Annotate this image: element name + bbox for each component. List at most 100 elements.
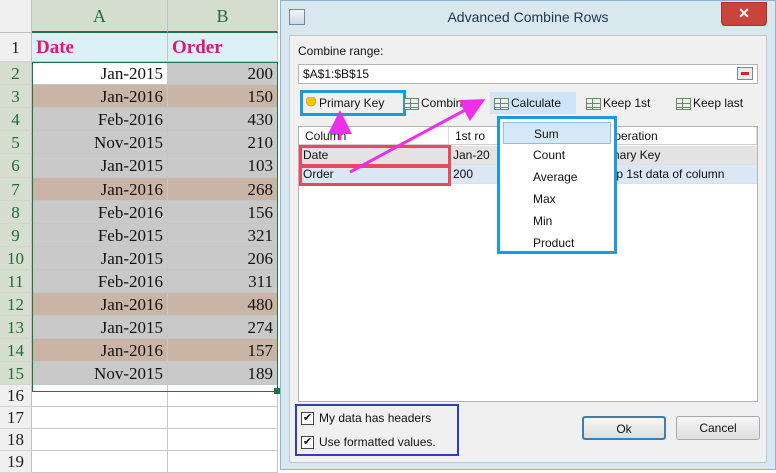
date-cell[interactable]: Feb-2016 [32, 108, 168, 131]
headers-checkbox-label[interactable]: My data has headers [319, 411, 431, 425]
grid-icon [494, 97, 509, 110]
row-header[interactable]: 9 [0, 224, 32, 247]
grid-icon [676, 97, 691, 110]
order-cell[interactable]: 274 [168, 316, 278, 339]
date-cell[interactable]: Jan-2015 [32, 154, 168, 178]
date-highlight-box [299, 145, 451, 167]
grid-header-column[interactable]: Column [299, 127, 449, 145]
date-cell[interactable]: Feb-2016 [32, 270, 168, 293]
column-header-a[interactable]: A [32, 0, 168, 33]
row-header[interactable]: 3 [0, 85, 32, 108]
calculate-button[interactable]: Calculate [494, 92, 561, 114]
row-header[interactable]: 7 [0, 178, 32, 201]
combine-range-input[interactable]: $A$1:$B$15 [298, 64, 758, 84]
menu-item-average[interactable]: Average [503, 166, 611, 188]
row-header[interactable]: 1 [0, 33, 32, 62]
date-cell[interactable]: Jan-2015 [32, 316, 168, 339]
row-header[interactable]: 5 [0, 131, 32, 154]
keep-last-button[interactable]: Keep last [676, 92, 743, 114]
row-header[interactable]: 18 [0, 429, 32, 451]
row-header[interactable]: 10 [0, 247, 32, 270]
row-header[interactable]: 16 [0, 385, 32, 407]
title-bar[interactable]: Advanced Combine Rows ✕ [281, 1, 775, 35]
empty-cell[interactable] [32, 407, 168, 429]
combine-range-label: Combine range: [298, 44, 384, 58]
order-cell[interactable]: 150 [168, 85, 278, 108]
row-header[interactable]: 4 [0, 108, 32, 131]
formatted-checkbox-label[interactable]: Use formatted values. [319, 435, 436, 449]
options-group: ✔ My data has headers ✔ Use formatted va… [295, 404, 459, 456]
order-cell[interactable]: 189 [168, 362, 278, 385]
range-select-icon[interactable] [737, 67, 753, 80]
grid-header-operation[interactable]: Operation [599, 127, 757, 145]
row-header[interactable]: 12 [0, 293, 32, 316]
keep-first-button[interactable]: Keep 1st [586, 92, 650, 114]
grid-icon [404, 97, 419, 110]
headers-checkbox[interactable]: ✔ [301, 412, 314, 425]
grid-cell-operation[interactable]: eep 1st data of column [599, 165, 757, 184]
date-cell[interactable]: Nov-2015 [32, 362, 168, 385]
cancel-button[interactable]: Cancel [676, 416, 760, 440]
order-cell[interactable]: 268 [168, 178, 278, 201]
date-cell[interactable]: Nov-2015 [32, 131, 168, 154]
close-button[interactable]: ✕ [721, 2, 767, 26]
order-cell[interactable]: 321 [168, 224, 278, 247]
empty-cell[interactable] [168, 385, 278, 407]
menu-item-min[interactable]: Min [503, 210, 611, 232]
row-header[interactable]: 6 [0, 154, 32, 178]
order-cell[interactable]: 157 [168, 339, 278, 362]
date-cell[interactable]: Jan-2016 [32, 85, 168, 108]
row-header[interactable]: 14 [0, 339, 32, 362]
date-cell[interactable]: Jan-2015 [32, 62, 168, 85]
order-highlight-box [299, 165, 451, 186]
date-cell[interactable]: Jan-2016 [32, 339, 168, 362]
row-header[interactable]: 8 [0, 201, 32, 224]
primary-key-highlight-box [300, 90, 406, 116]
date-cell[interactable]: Jan-2016 [32, 178, 168, 201]
order-cell[interactable]: 200 [168, 62, 278, 85]
empty-cell[interactable] [32, 385, 168, 407]
order-cell[interactable]: 210 [168, 131, 278, 154]
combine-range-value: $A$1:$B$15 [303, 67, 370, 81]
header-cell-date[interactable]: Date [32, 33, 168, 62]
select-all-corner[interactable] [0, 0, 32, 33]
order-cell[interactable]: 480 [168, 293, 278, 316]
order-cell[interactable]: 311 [168, 270, 278, 293]
keep-last-label: Keep last [693, 96, 744, 110]
empty-cell[interactable] [168, 429, 278, 451]
combine-label: Combine [421, 96, 470, 110]
row-header[interactable]: 13 [0, 316, 32, 339]
order-cell[interactable]: 103 [168, 154, 278, 178]
combine-button[interactable]: Combine [404, 92, 469, 114]
row-header[interactable]: 15 [0, 362, 32, 385]
dialog-title: Advanced Combine Rows [447, 9, 609, 25]
order-cell[interactable]: 206 [168, 247, 278, 270]
menu-item-sum[interactable]: Sum [503, 122, 611, 144]
empty-cell[interactable] [168, 407, 278, 429]
menu-item-max[interactable]: Max [503, 188, 611, 210]
header-cell-order[interactable]: Order [168, 33, 278, 62]
date-cell[interactable]: Feb-2015 [32, 224, 168, 247]
ok-button[interactable]: Ok [582, 416, 666, 440]
calculate-dropdown-menu: Sum Count Average Max Min Product [497, 116, 617, 254]
row-header[interactable]: 11 [0, 270, 32, 293]
order-cell[interactable]: 430 [168, 108, 278, 131]
date-cell[interactable]: Jan-2015 [32, 247, 168, 270]
formatted-checkbox[interactable]: ✔ [301, 436, 314, 449]
advanced-combine-rows-dialog: Advanced Combine Rows ✕ Combine range: $… [280, 0, 776, 470]
grid-cell-operation[interactable]: rimary Key [599, 146, 757, 165]
dialog-client: Combine range: $A$1:$B$15 Primary Key Co… [289, 35, 767, 463]
order-cell[interactable]: 156 [168, 201, 278, 224]
row-header[interactable]: 17 [0, 407, 32, 429]
keep-first-label: Keep 1st [603, 96, 651, 110]
menu-item-count[interactable]: Count [503, 144, 611, 166]
column-header-b[interactable]: B [168, 0, 278, 33]
row-header[interactable]: 2 [0, 62, 32, 85]
grid-icon [586, 97, 601, 110]
menu-item-product[interactable]: Product [503, 232, 611, 254]
date-cell[interactable]: Feb-2016 [32, 201, 168, 224]
date-cell[interactable]: Jan-2016 [32, 293, 168, 316]
calculate-label: Calculate [511, 96, 562, 110]
empty-cell[interactable] [32, 429, 168, 451]
spreadsheet: A B 1 2 3 4 5 6 7 8 9 10 11 12 13 14 15 16 17 18 19 Date Or… [0, 0, 290, 473]
